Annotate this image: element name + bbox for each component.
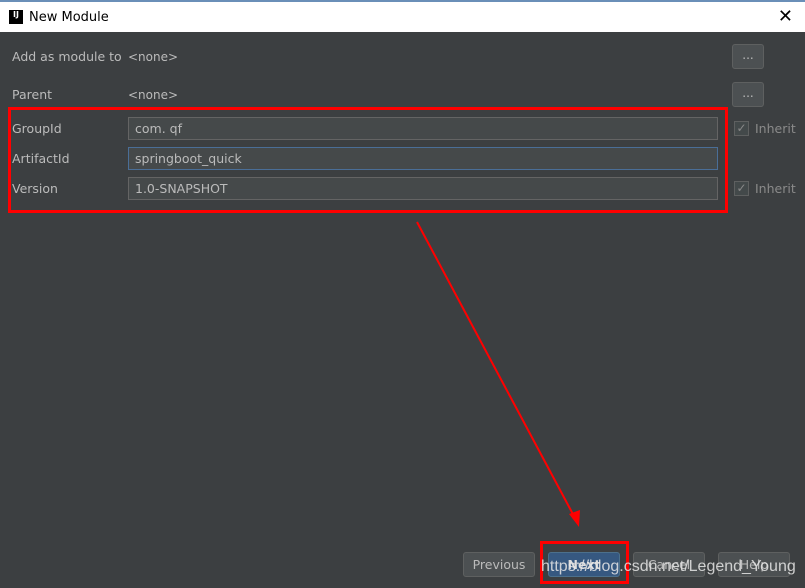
watermark: https://blog.csdn.net/Legend_Young — [541, 558, 796, 575]
annotation-arrow — [416, 221, 580, 527]
